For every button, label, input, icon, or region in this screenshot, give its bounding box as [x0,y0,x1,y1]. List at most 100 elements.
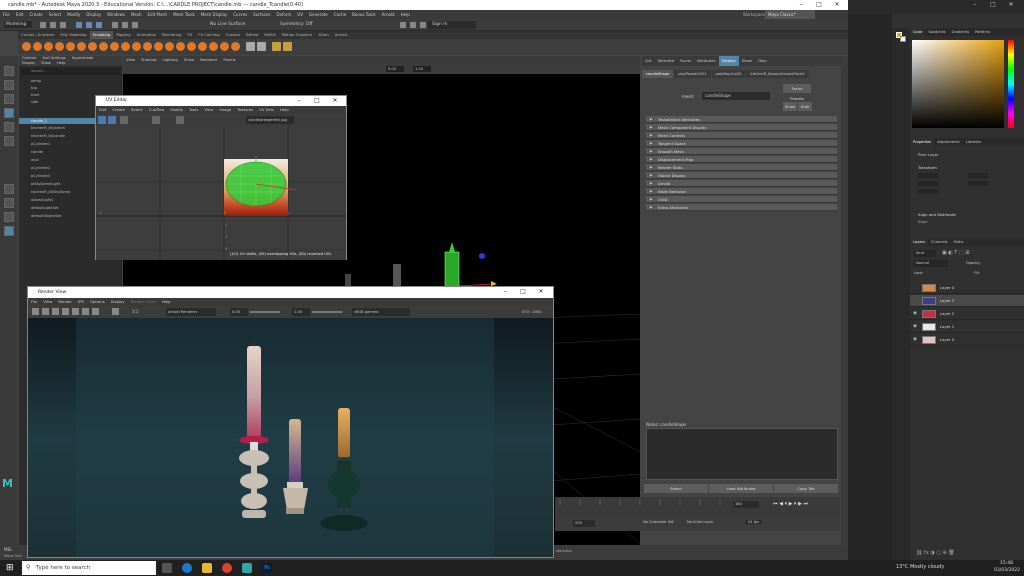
render-canvas[interactable] [28,318,553,557]
rotate-tool-icon[interactable] [4,122,14,132]
paint-select-icon[interactable] [4,94,14,104]
layer-name[interactable]: Layer 1 [940,321,954,333]
attr-menu-item[interactable]: Focus [677,56,694,66]
ipr-icon[interactable] [62,308,69,315]
shelf-tab[interactable]: FX Caching [195,31,222,39]
renderer-select[interactable]: Arnold Renderer [166,308,216,316]
select-hierarchy-icon[interactable] [76,22,82,28]
menu-item[interactable]: Select [46,10,64,19]
visibility-icon[interactable]: ◉ [913,321,919,333]
menu-item[interactable]: Surfaces [250,10,273,19]
menu-item[interactable]: UV [294,10,306,19]
display-rgb-icon[interactable] [82,308,89,315]
layer-editor-icon[interactable] [283,42,292,51]
flatten-tool-icon[interactable] [77,42,86,51]
snap-point-icon[interactable] [132,22,138,28]
gamma-field[interactable]: 1.00 [292,308,310,316]
attr-menu-item[interactable]: Help [755,56,770,66]
shelf-tab[interactable]: Rigging [113,31,133,39]
rv-menu-item[interactable]: Display [108,298,128,306]
x-field[interactable] [918,181,938,186]
rv-menu-item[interactable]: View [40,298,55,306]
side-tabs[interactable] [841,56,848,546]
shelf-tab[interactable]: Rendering [159,31,184,39]
rv-menu-item[interactable]: File [28,298,40,306]
exposure-slider[interactable] [250,311,280,313]
kind-filter-select[interactable]: Kind [914,250,936,257]
attr-section[interactable]: Tangent Space [646,140,837,147]
mel-label[interactable]: MEL [4,547,12,552]
outliner-layout-icon[interactable] [4,226,14,236]
foamy-tool-icon[interactable] [88,42,97,51]
texture-select[interactable]: candleorangemini.jpg [246,116,294,124]
layer-filter-icons[interactable]: ▣ ◐ T ⬚ ⊞ [942,250,969,256]
mode-select[interactable]: Modeling [4,21,32,28]
attr-menu-item[interactable]: List [642,56,655,66]
amplify-tool-icon[interactable] [198,42,207,51]
close-icon[interactable]: ✕ [326,96,344,106]
attr-section[interactable]: Mesh Component Display [646,124,837,131]
current-frame-field[interactable]: 160 [733,501,759,508]
layer-name[interactable]: Layer 2 [940,308,954,320]
shelf-tab[interactable]: Custom [223,31,244,39]
panel-tab[interactable]: Libraries [963,138,985,146]
attr-tab[interactable]: kitchenR_lit/polySmoothFace2 [746,70,809,78]
lasso-tool-icon[interactable] [4,80,14,90]
viewport-menu-item[interactable]: Renderer [197,56,220,64]
clock-date[interactable]: 03/03/2022 [994,568,1020,573]
attr-section[interactable]: Object Display [646,172,837,179]
move-z-handle[interactable] [479,253,485,259]
hide-button[interactable]: Hide [798,102,812,111]
attr-tab[interactable]: candleShape [642,70,674,78]
layer-actions-icons[interactable]: ⛓ fx ◑ ▢ ⊕ 🗑 [916,550,955,556]
attr-section[interactable]: Arnold [646,180,837,187]
refresh-ipr-icon[interactable] [72,308,79,315]
uv-menu-item[interactable]: Cut/Sew [146,106,168,114]
move-y-arrow[interactable] [449,242,455,252]
workspace-select[interactable]: Maya Classic* [765,10,815,19]
attr-menu-item[interactable]: Show [739,56,755,66]
menu-item[interactable]: Windows [104,10,128,19]
panel-tab[interactable]: Channels [928,238,951,246]
layer-name[interactable]: Layer 3 [940,295,954,307]
panel-tab[interactable]: Properties [910,138,935,146]
uv-grid-icon[interactable] [152,116,160,124]
panel-tab[interactable]: Adjustments [934,138,963,146]
maximize-icon[interactable]: □ [810,0,828,10]
range-end-field[interactable]: 200 [573,520,595,527]
outliner-tab[interactable]: Hypershade [69,56,97,61]
bulge-tool-icon[interactable] [187,42,196,51]
rv-menu-item[interactable]: IPR [75,298,87,306]
edge-icon[interactable] [182,563,192,573]
panel-tab[interactable]: Layers [910,238,928,246]
snap-grid-icon[interactable] [112,22,118,28]
attr-tab[interactable]: polyMapCut20 [711,70,746,78]
menu-item[interactable]: Help [398,10,413,19]
rv-menu-item[interactable]: Render [55,298,75,306]
angle-field[interactable] [918,189,938,194]
uv-menu-item[interactable]: View [201,106,216,114]
layer-row[interactable]: Layer 4 [910,282,1024,294]
chrome-icon[interactable] [222,563,232,573]
viewport-menu-item[interactable]: Shading [138,56,159,64]
attr-section[interactable]: Displacement Map [646,156,837,163]
panel-tab[interactable]: Patterns [972,28,993,36]
shelf-tab[interactable]: Curves / Surfaces [18,31,57,39]
menu-item[interactable]: Mesh [128,10,145,19]
rv-menu-item[interactable]: Options [87,298,108,306]
relax-tool-icon[interactable] [44,42,53,51]
attr-menu-item-active[interactable]: Display [718,56,739,66]
rv-menu-item[interactable]: Render Layer [128,298,159,306]
snapshot-icon[interactable] [52,308,59,315]
visibility-icon[interactable]: ◉ [913,334,919,346]
shelf-tab[interactable]: MASH [261,31,278,39]
height-field[interactable] [968,173,988,178]
four-view-icon[interactable] [4,198,14,208]
menu-item[interactable]: Modify [64,10,83,19]
menu-item[interactable]: Deform [273,10,294,19]
attr-section[interactable]: Smooth Mesh [646,148,837,155]
menu-item[interactable]: Mesh Display [198,10,231,19]
panel-tab[interactable]: Color [910,28,926,36]
move-tool-icon[interactable] [4,108,14,118]
shelf-tab-active[interactable]: Sculpting [89,31,114,39]
